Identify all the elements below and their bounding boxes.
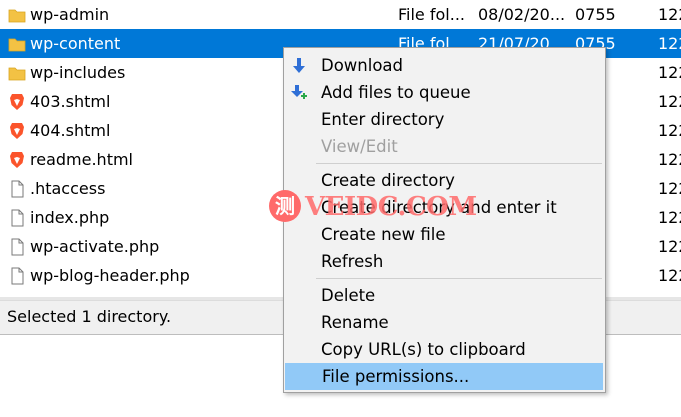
file-icon <box>8 238 26 256</box>
menu-item-download[interactable]: Download <box>284 52 605 79</box>
folder-icon <box>8 64 26 82</box>
watermark: 测 VEIDC.COM <box>267 188 477 228</box>
file-owner: 122 <box>658 63 681 82</box>
menu-item-label: Rename <box>321 313 389 332</box>
menu-item-label: Delete <box>321 286 376 305</box>
brave-browser-icon <box>8 122 26 140</box>
watermark-text: VEIDC.COM <box>305 192 477 222</box>
file-icon <box>8 209 26 227</box>
file-name: wp-admin <box>30 5 110 24</box>
file-owner: 122 <box>658 208 681 227</box>
menu-item-label: Copy URL(s) to clipboard <box>321 340 526 359</box>
file-owner: 122 <box>658 5 681 24</box>
file-owner: 122 <box>658 150 681 169</box>
brave-browser-icon <box>8 93 26 111</box>
menu-item-enter-directory[interactable]: Enter directory <box>284 106 605 133</box>
brave-browser-icon <box>8 151 26 169</box>
download-arrow-icon <box>290 57 308 75</box>
file-row[interactable]: wp-admin File fol... 08/02/20... 0755 122 <box>0 0 681 29</box>
menu-item-delete[interactable]: Delete <box>284 282 605 309</box>
file-owner: 122 <box>658 121 681 140</box>
menu-item-label: File permissions... <box>322 367 470 386</box>
file-type: File fol... <box>398 5 465 24</box>
folder-icon <box>8 6 26 24</box>
menu-item-label: Refresh <box>321 252 384 271</box>
status-text: Selected 1 directory. <box>7 307 172 326</box>
menu-item-label: Download <box>321 56 404 75</box>
menu-item-refresh[interactable]: Refresh <box>284 248 605 275</box>
file-owner: 122 <box>658 92 681 111</box>
file-owner: 122 <box>658 34 681 53</box>
file-icon <box>8 180 26 198</box>
file-owner: 122 <box>658 179 681 198</box>
menu-item-rename[interactable]: Rename <box>284 309 605 336</box>
file-date: 08/02/20... <box>478 5 566 24</box>
menu-item-file-permissions[interactable]: File permissions... <box>285 363 603 390</box>
file-icon <box>8 267 26 285</box>
file-owner: 122 <box>658 266 681 285</box>
file-owner: 122 <box>658 237 681 256</box>
folder-icon <box>8 35 26 53</box>
menu-item-copy-url-s-to-clipboard[interactable]: Copy URL(s) to clipboard <box>284 336 605 363</box>
add-to-queue-icon <box>290 84 308 102</box>
menu-separator <box>316 163 602 164</box>
menu-item-view-edit: View/Edit <box>284 133 605 160</box>
menu-item-label: Enter directory <box>321 110 445 129</box>
menu-separator <box>316 278 602 279</box>
menu-item-label: Add files to queue <box>321 83 471 102</box>
menu-item-add-files-to-queue[interactable]: Add files to queue <box>284 79 605 106</box>
file-permissions: 0755 <box>575 5 616 24</box>
menu-item-label: View/Edit <box>321 137 398 156</box>
watermark-badge: 测 <box>269 190 301 222</box>
